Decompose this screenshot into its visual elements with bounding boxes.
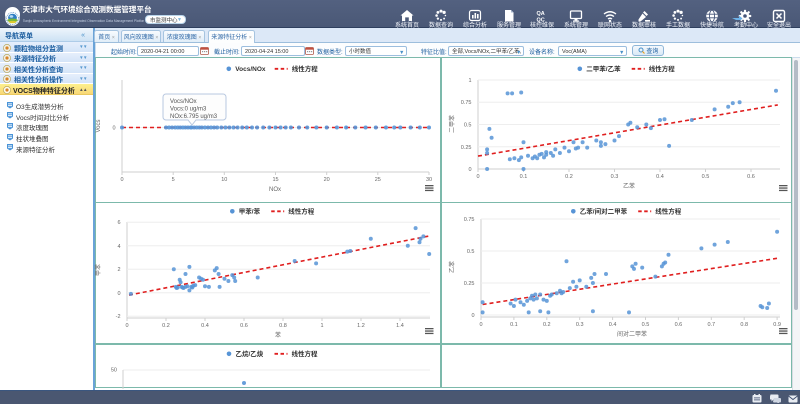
svg-text:线性方程: 线性方程	[292, 63, 319, 73]
svg-text:0: 0	[120, 175, 123, 183]
svg-text:0.5: 0.5	[464, 121, 472, 129]
svg-text:1.2: 1.2	[357, 321, 365, 329]
svg-text:二甲苯: 二甲苯	[447, 115, 456, 133]
svg-text:0: 0	[476, 172, 479, 180]
svg-text:0.1: 0.1	[520, 172, 528, 180]
svg-text:1: 1	[468, 76, 471, 84]
svg-text:0: 0	[468, 165, 471, 173]
svg-text:10: 10	[221, 175, 227, 183]
svg-text:0: 0	[112, 124, 115, 132]
svg-text:0: 0	[479, 320, 482, 328]
svg-text:15: 15	[272, 175, 278, 183]
svg-text:0.4: 0.4	[609, 320, 617, 328]
svg-text:50: 50	[111, 366, 117, 374]
svg-text:Vocs/NOx: Vocs/NOx	[235, 63, 266, 73]
svg-text:NOx: NOx	[269, 184, 281, 193]
svg-text:4: 4	[117, 242, 120, 250]
svg-text:0.3: 0.3	[611, 172, 619, 180]
svg-text:0.2: 0.2	[565, 172, 573, 180]
svg-text:6: 6	[117, 218, 120, 226]
svg-text:乙烷/乙炔: 乙烷/乙炔	[236, 348, 264, 358]
svg-text:0.75: 0.75	[464, 215, 475, 223]
svg-text:0.6: 0.6	[240, 321, 248, 329]
svg-text:线性方程: 线性方程	[292, 348, 319, 358]
svg-text:0.5: 0.5	[642, 320, 650, 328]
svg-text:2: 2	[117, 265, 120, 273]
svg-text:20: 20	[324, 175, 330, 183]
svg-text:25: 25	[375, 175, 381, 183]
svg-text:0.6: 0.6	[747, 172, 755, 180]
svg-text:-2: -2	[116, 312, 121, 320]
svg-text:0.9: 0.9	[773, 320, 781, 328]
svg-text:线性方程: 线性方程	[649, 63, 676, 73]
svg-text:二甲苯/乙苯: 二甲苯/乙苯	[586, 63, 621, 73]
svg-text:间对二甲苯: 间对二甲苯	[617, 329, 647, 338]
svg-text:0: 0	[117, 289, 120, 297]
svg-text:0.4: 0.4	[201, 321, 209, 329]
svg-text:30: 30	[426, 175, 432, 183]
svg-text:乙苯: 乙苯	[623, 181, 635, 190]
svg-text:0: 0	[471, 311, 474, 319]
svg-text:0.5: 0.5	[467, 247, 475, 255]
svg-text:5: 5	[172, 175, 175, 183]
svg-text:0.8: 0.8	[740, 320, 748, 328]
svg-text:0.8: 0.8	[279, 321, 287, 329]
svg-text:0.3: 0.3	[576, 320, 584, 328]
svg-text:0.2: 0.2	[162, 321, 170, 329]
svg-text:0.1: 0.1	[510, 320, 518, 328]
svg-text:甲苯/苯: 甲苯/苯	[239, 206, 261, 216]
svg-text:乙苯/间对二甲苯: 乙苯/间对二甲苯	[580, 206, 628, 216]
svg-text:1.4: 1.4	[396, 321, 404, 329]
svg-text:0.2: 0.2	[543, 320, 551, 328]
svg-text:0: 0	[125, 321, 128, 329]
svg-text:0.75: 0.75	[461, 98, 472, 106]
svg-text:NOx:6.795 ug/m3: NOx:6.795 ug/m3	[170, 111, 218, 120]
svg-text:Vocs: Vocs	[93, 119, 102, 132]
svg-text:0.4: 0.4	[656, 172, 664, 180]
svg-text:线性方程: 线性方程	[655, 206, 682, 216]
svg-text:0.7: 0.7	[707, 320, 715, 328]
svg-text:苯: 苯	[275, 330, 281, 339]
svg-text:线性方程: 线性方程	[288, 206, 315, 216]
svg-text:0.5: 0.5	[702, 172, 710, 180]
svg-text:甲苯: 甲苯	[93, 264, 102, 276]
svg-text:1: 1	[320, 321, 323, 329]
svg-text:0.25: 0.25	[461, 143, 472, 151]
svg-text:0.25: 0.25	[464, 279, 475, 287]
svg-text:0.6: 0.6	[675, 320, 683, 328]
svg-text:乙苯: 乙苯	[447, 261, 456, 273]
